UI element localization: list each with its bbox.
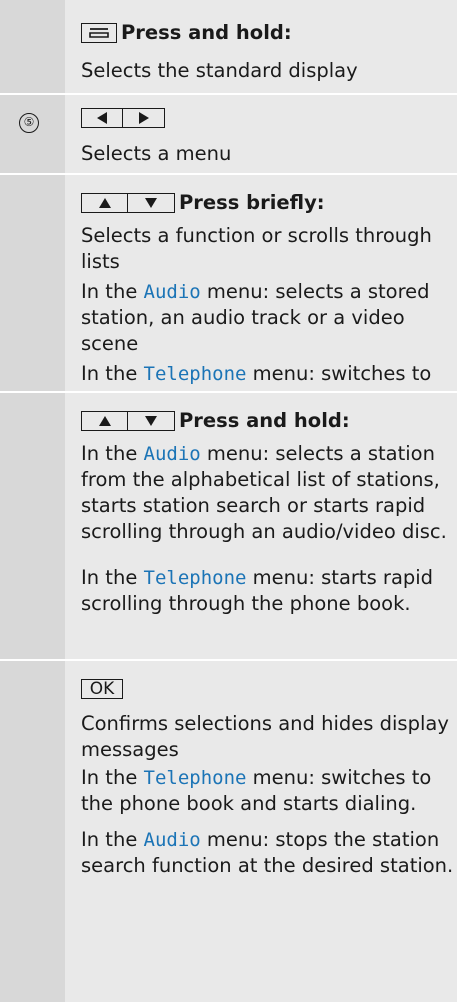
key-line: Press briefly: <box>81 192 325 214</box>
row-content-cell: Press and hold: Selects the standard dis… <box>65 0 457 93</box>
row-back-key: Press and hold: Selects the standard dis… <box>0 0 457 93</box>
menu-name: Audio <box>143 443 201 465</box>
up-arrow-key-icon <box>81 411 128 431</box>
row-content-cell: Press briefly: Selects a function or scr… <box>65 173 457 437</box>
key-label: Press and hold: <box>121 21 292 44</box>
menu-name: Audio <box>143 281 201 303</box>
key-line: OK <box>81 678 127 700</box>
right-arrow-key-icon <box>123 108 165 128</box>
controls-table: Press and hold: Selects the standard dis… <box>0 0 457 1002</box>
row-number-cell: ⑤ <box>0 93 65 173</box>
row-up-down-press-briefly: Press briefly: Selects a function or scr… <box>0 173 457 437</box>
key-line <box>81 107 169 129</box>
key-line: Press and hold: <box>81 410 350 432</box>
row-number-cell <box>0 391 65 659</box>
down-arrow-key-icon <box>128 193 175 213</box>
description-text: In the Telephone menu: starts rapid scro… <box>81 566 434 615</box>
item-number: ⑤ <box>19 113 39 133</box>
description-text: In the Audio menu: selects a stored stat… <box>81 280 430 355</box>
row-ok-key: OK Confirms selections and hides display… <box>0 659 457 1002</box>
description-text: In the Audio menu: stops the station sea… <box>81 828 454 877</box>
up-arrow-key-icon <box>81 193 128 213</box>
menu-name: Telephone <box>143 567 247 589</box>
description-text: Selects a function or scrolls through li… <box>81 224 432 273</box>
key-label: Press briefly: <box>179 191 325 214</box>
key-line: Press and hold: <box>81 22 292 44</box>
ok-key: OK <box>81 679 123 699</box>
back-key-icon <box>81 23 117 43</box>
row-up-down-press-hold: Press and hold: In the Audio menu: selec… <box>0 391 457 659</box>
row-number-cell <box>0 0 65 93</box>
description-text: In the Audio menu: selects a station fro… <box>81 442 447 543</box>
row-content-cell: OK Confirms selections and hides display… <box>65 659 457 1002</box>
menu-name: Telephone <box>143 363 247 385</box>
description-text: Selects the standard display <box>81 59 358 82</box>
menu-name: Audio <box>143 829 201 851</box>
menu-name: Telephone <box>143 767 247 789</box>
row-number-cell <box>0 659 65 1002</box>
description-text: In the Telephone menu: switches to the p… <box>81 766 432 815</box>
down-arrow-key-icon <box>128 411 175 431</box>
row-content-cell: Press and hold: In the Audio menu: selec… <box>65 391 457 659</box>
left-arrow-key-icon <box>81 108 123 128</box>
key-label: Press and hold: <box>179 409 350 432</box>
description-text: Selects a menu <box>81 142 232 165</box>
description-text: Confirms selections and hides display me… <box>81 712 449 761</box>
row-left-right-keys: ⑤ Selects a menu <box>0 93 457 173</box>
row-content-cell: Selects a menu <box>65 93 457 173</box>
row-number-cell <box>0 173 65 391</box>
